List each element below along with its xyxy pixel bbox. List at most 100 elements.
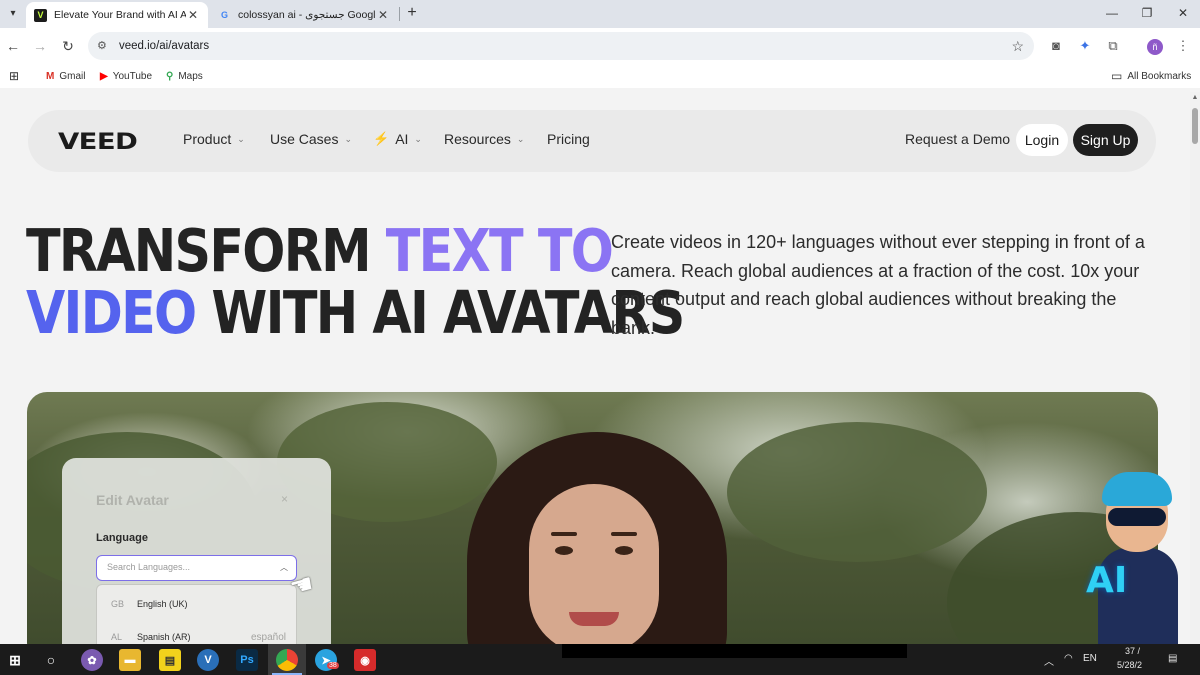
edit-avatar-panel: Edit Avatar × Language Search Languages.… — [62, 458, 331, 644]
hero-description: Create videos in 120+ languages without … — [611, 232, 1145, 338]
start-icon[interactable]: ⊞ — [4, 649, 26, 671]
bookmark-star-icon[interactable]: ☆ — [1011, 38, 1024, 55]
language-name: English (UK) — [137, 599, 188, 609]
request-demo-link[interactable]: Request a Demo — [905, 131, 1010, 147]
veed-app-icon[interactable]: V — [197, 649, 219, 671]
language-option[interactable]: AL Spanish (AR) español — [97, 622, 298, 644]
browser-toolbar: ← → ↻ ⚙ veed.io/ai/avatars ☆ ◙ ✦ ⧉ ñ ⋮ — [0, 28, 1200, 64]
all-bookmarks[interactable]: ▭ All Bookmarks — [1111, 68, 1191, 84]
scroll-thumb[interactable] — [1192, 108, 1198, 144]
red-app-icon[interactable]: ◉ — [354, 649, 376, 671]
language-search-input[interactable]: Search Languages... ︿ — [96, 555, 297, 581]
nav-resources[interactable]: Resources ⌄ — [444, 131, 524, 147]
scroll-up-arrow-icon[interactable]: ▲ — [1191, 94, 1199, 102]
sticky-notes-icon[interactable]: ▤ — [159, 649, 181, 671]
site-nav-bar: VEED Product ⌄ Use Cases ⌄ ⚡ AI ⌄ Resources ⌄… — [28, 110, 1156, 172]
close-tab-icon[interactable]: ✕ — [376, 8, 390, 22]
forward-arrow-icon[interactable]: → — [31, 37, 49, 55]
close-window-icon[interactable]: ✕ — [1172, 3, 1194, 23]
notification-icon[interactable]: ▤ — [1168, 653, 1177, 664]
tab-google[interactable]: G colossyan ai - جستجوی Google ✕ — [210, 2, 398, 28]
chevron-down-icon: ⌄ — [344, 133, 353, 144]
site-settings-icon[interactable]: ⚙ — [97, 39, 111, 53]
camera-icon[interactable]: ◙ — [1047, 37, 1065, 55]
language-indicator[interactable]: EN — [1083, 653, 1097, 664]
lightning-bolt-icon: ⚡ — [373, 131, 390, 146]
mascot-hair — [1102, 472, 1172, 506]
bookmark-label: YouTube — [112, 70, 152, 82]
bookmark-maps[interactable]: ⚲ Maps — [166, 68, 203, 84]
restore-icon[interactable]: ❐ — [1136, 3, 1158, 23]
veed-logo[interactable]: VEED — [58, 130, 138, 155]
avatar-brow — [551, 532, 577, 536]
chrome-icon[interactable] — [276, 649, 298, 671]
chevron-down-icon: ⌄ — [516, 133, 525, 144]
nav-label: Product — [183, 131, 232, 147]
minimize-icon[interactable]: — — [1101, 3, 1123, 23]
new-tab-button[interactable]: + — [404, 4, 420, 22]
gmail-icon: M — [46, 70, 55, 82]
nav-label: AI — [395, 131, 409, 147]
language-name: Spanish (AR) — [137, 632, 191, 642]
nav-ai[interactable]: ⚡ AI ⌄ — [373, 131, 422, 147]
bookmarks-bar: ⊞ M Gmail ▶ YouTube ⚲ Maps ▭ All Bookmar… — [0, 64, 1200, 88]
veed-logo-icon: V — [34, 8, 47, 22]
bookmark-gmail[interactable]: M Gmail — [46, 68, 85, 84]
google-g-icon: G — [220, 10, 228, 20]
avatar-lips — [569, 612, 619, 626]
avatar-face — [529, 484, 659, 644]
ai-avatar-woman — [467, 432, 727, 644]
back-arrow-icon[interactable]: ← — [4, 37, 22, 55]
photoshop-label: Ps — [240, 654, 254, 666]
tab-title: Elevate Your Brand with AI Avat — [54, 9, 186, 21]
clock-time[interactable]: 37 / — [1125, 646, 1140, 656]
chevron-up-tray-icon[interactable]: ︿ — [1044, 653, 1054, 668]
url-text[interactable]: veed.io/ai/avatars — [119, 40, 209, 52]
gemini-sparkle-icon[interactable]: ✦ — [1076, 37, 1094, 55]
close-icon[interactable]: × — [281, 492, 288, 506]
extensions-puzzle-icon[interactable]: ⧉ — [1104, 37, 1122, 55]
wifi-icon[interactable]: ◠ — [1064, 653, 1073, 664]
clock-date[interactable]: 5/28/2 — [1117, 660, 1142, 670]
headline-text: TRANSFORM — [26, 216, 386, 285]
login-button[interactable]: Login — [1016, 124, 1068, 156]
search-icon[interactable]: ○ — [40, 649, 62, 671]
kebab-menu-icon[interactable]: ⋮ — [1174, 37, 1192, 55]
bookmark-label: Maps — [178, 70, 203, 82]
nav-use-cases[interactable]: Use Cases ⌄ — [270, 131, 352, 147]
bookmark-youtube[interactable]: ▶ YouTube — [100, 68, 152, 84]
tab-title: colossyan ai - جستجوی Google — [238, 9, 376, 21]
language-code: GB — [111, 599, 125, 609]
bookmark-label: Gmail — [59, 70, 86, 82]
tab-search-button[interactable]: ▾ — [4, 4, 22, 22]
mascot-mask — [1108, 508, 1166, 526]
web-page: VEED Product ⌄ Use Cases ⌄ ⚡ AI ⌄ Resources ⌄… — [0, 92, 1190, 644]
avatar-brow — [611, 532, 637, 536]
tab-veed[interactable]: V Elevate Your Brand with AI Avat ✕ — [26, 2, 208, 28]
telegram-badge: 38 — [327, 662, 339, 669]
ai-superhero-mascot: AI — [1080, 472, 1200, 658]
search-placeholder: Search Languages... — [107, 562, 191, 572]
language-option[interactable]: GB English (UK) — [97, 589, 298, 619]
signup-button[interactable]: Sign Up — [1073, 124, 1138, 156]
address-bar[interactable]: ⚙ veed.io/ai/avatars ☆ — [88, 32, 1034, 60]
hero-headline: TRANSFORM TEXT TO VIDEO WITH AI AVATARS — [26, 220, 685, 344]
nav-label: Pricing — [547, 131, 590, 147]
nav-product[interactable]: Product ⌄ — [183, 131, 245, 147]
mascot-ai-badge: AI — [1086, 560, 1128, 601]
tab-divider — [399, 7, 400, 21]
apps-grid-icon[interactable]: ⊞ — [9, 68, 19, 84]
nav-pricing[interactable]: Pricing — [547, 131, 590, 147]
avatar-eye — [615, 546, 633, 555]
language-label: Language — [96, 532, 148, 544]
windows-taskbar: ⊞ ○ ✿ ▬ ▤ V Ps ➤ 38 ◉ ︿ ◠ EN 37 / 5/28/2… — [0, 644, 1200, 675]
app-icon[interactable]: ✿ — [81, 649, 103, 671]
profile-avatar[interactable]: ñ — [1146, 37, 1164, 55]
photoshop-icon[interactable]: Ps — [236, 649, 258, 671]
language-code: AL — [111, 632, 123, 642]
reload-icon[interactable]: ↻ — [59, 37, 77, 55]
file-explorer-icon[interactable]: ▬ — [119, 649, 141, 671]
language-native-name: español — [250, 631, 286, 643]
headline-accent: TEXT TO — [385, 216, 614, 285]
close-tab-icon[interactable]: ✕ — [186, 8, 200, 22]
